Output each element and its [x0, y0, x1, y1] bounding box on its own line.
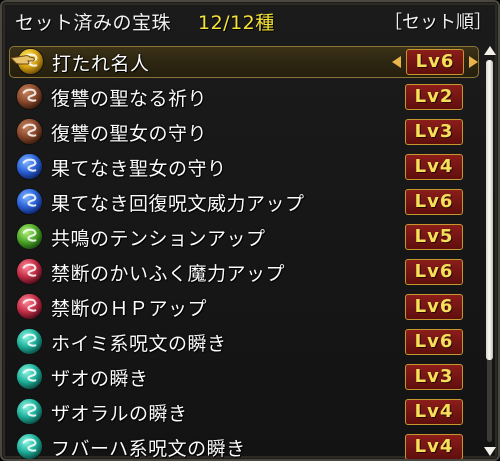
- jewel-name: 復讐の聖女の守り: [51, 123, 208, 145]
- jewel-row[interactable]: 打たれ名人 Lv6: [9, 46, 479, 78]
- jewel-row[interactable]: ザオの瞬き Lv3: [9, 361, 479, 393]
- jewel-orb-icon: [15, 327, 44, 356]
- jewel-orb-icon: [15, 152, 44, 181]
- jewel-orb-icon: [15, 362, 44, 391]
- level-badge[interactable]: Lv6: [406, 49, 464, 75]
- level-badge: Lv6: [405, 189, 463, 215]
- level-badge: Lv3: [405, 364, 463, 390]
- panel-header: セット済みの宝珠 12/12種 ［セット順］: [2, 2, 498, 42]
- jewel-count: 12/12種: [198, 12, 275, 34]
- jewel-name: ホイミ系呪文の瞬き: [51, 333, 227, 355]
- jewel-name: 禁断のかいふく魔力アップ: [51, 263, 286, 285]
- level-badge: Lv4: [405, 434, 463, 459]
- pointer-hand-icon: [10, 55, 35, 65]
- level-badge: Lv4: [405, 399, 463, 425]
- jewel-name: 禁断のＨＰアップ: [51, 298, 208, 320]
- jewel-orb-icon: [15, 82, 44, 111]
- jewel-name: ザオの瞬き: [51, 368, 149, 390]
- level-badge: Lv6: [405, 294, 463, 320]
- level-badge: Lv3: [405, 119, 463, 145]
- jewel-orb-icon: [15, 187, 44, 216]
- jewel-row[interactable]: 果てなき聖女の守り Lv4: [9, 151, 479, 183]
- jewel-row[interactable]: 復讐の聖女の守り Lv3: [9, 116, 479, 148]
- jewel-orb-icon: [15, 222, 44, 251]
- jewel-row[interactable]: 禁断のかいふく魔力アップ Lv6: [9, 256, 479, 288]
- jewel-orb-icon: [15, 257, 44, 286]
- scroll-down-arrow-icon[interactable]: [484, 447, 496, 456]
- jewel-name: 打たれ名人: [52, 53, 150, 75]
- jewel-orb-icon: [15, 292, 44, 321]
- jewel-name: 共鳴のテンションアップ: [51, 228, 266, 250]
- level-badge: Lv6: [405, 329, 463, 355]
- jewel-orb-icon: [15, 432, 44, 459]
- jewel-name: フバーハ系呪文の瞬き: [51, 438, 246, 460]
- level-decrease-arrow-icon[interactable]: [392, 56, 401, 68]
- jewel-row[interactable]: ザオラルの瞬き Lv4: [9, 396, 479, 428]
- jewel-name: 果てなき聖女の守り: [51, 158, 227, 180]
- level-increase-arrow-icon[interactable]: [469, 56, 478, 68]
- panel-title: セット済みの宝珠: [15, 12, 172, 34]
- jewel-name: 復讐の聖なる祈り: [51, 88, 208, 110]
- level-badge: Lv5: [405, 224, 463, 250]
- level-badge: Lv6: [405, 259, 463, 285]
- jewel-list: 打たれ名人 Lv6 復讐の聖なる祈り Lv2 復讐の聖女の守り Lv3 果てなき…: [2, 46, 482, 460]
- jewel-row[interactable]: フバーハ系呪文の瞬き Lv4: [9, 431, 479, 460]
- level-badge: Lv4: [405, 154, 463, 180]
- jewel-name: ザオラルの瞬き: [51, 403, 188, 425]
- scroll-thumb[interactable]: [486, 60, 493, 360]
- jewel-orb-icon: [15, 117, 44, 146]
- jewel-panel: セット済みの宝珠 12/12種 ［セット順］ 打たれ名人 Lv6 復讐の聖なる祈り…: [0, 0, 500, 461]
- jewel-orb-icon: [15, 397, 44, 426]
- jewel-row[interactable]: ホイミ系呪文の瞬き Lv6: [9, 326, 479, 358]
- scroll-up-arrow-icon[interactable]: [484, 46, 496, 55]
- jewel-row[interactable]: 復讐の聖なる祈り Lv2: [9, 81, 479, 113]
- jewel-row[interactable]: 共鳴のテンションアップ Lv5: [9, 221, 479, 253]
- jewel-name: 果てなき回復呪文威力アップ: [51, 193, 305, 215]
- jewel-row[interactable]: 果てなき回復呪文威力アップ Lv6: [9, 186, 479, 218]
- scrollbar[interactable]: [484, 46, 496, 457]
- level-badge: Lv2: [405, 84, 463, 110]
- jewel-row[interactable]: 禁断のＨＰアップ Lv6: [9, 291, 479, 323]
- sort-order-button[interactable]: ［セット順］: [384, 8, 492, 34]
